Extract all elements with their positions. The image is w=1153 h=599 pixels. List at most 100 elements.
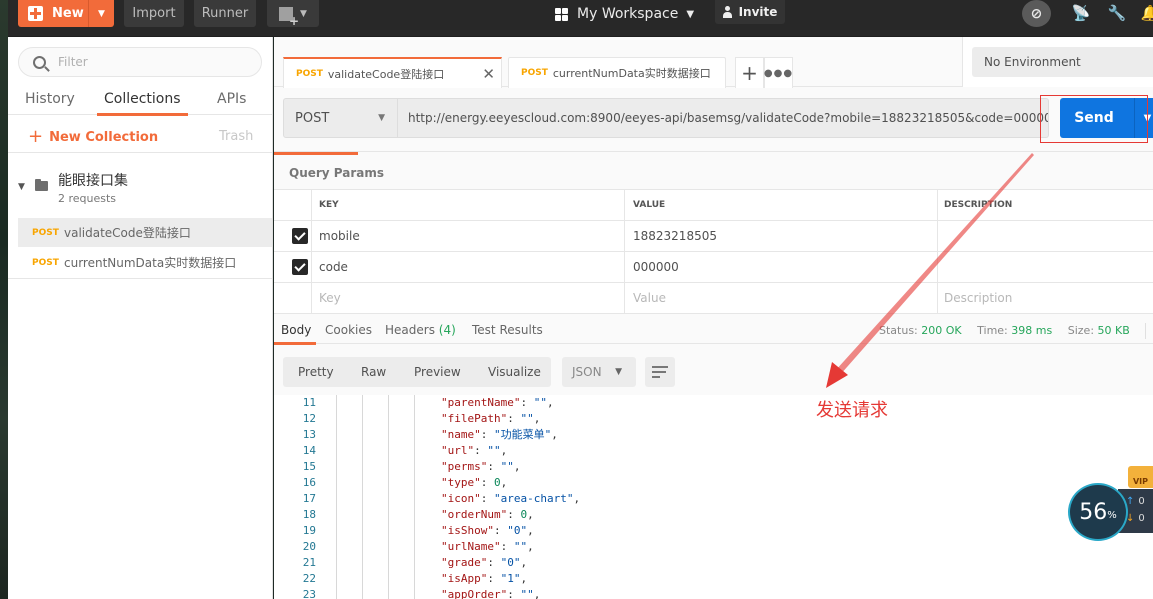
param-description[interactable] xyxy=(937,252,1153,282)
json-key: "orderNum" xyxy=(441,508,508,521)
wrap-lines-button[interactable] xyxy=(645,357,675,387)
key-placeholder[interactable]: Key xyxy=(319,291,341,305)
value-placeholder[interactable]: Value xyxy=(624,283,937,313)
collection-count: 2 requests xyxy=(58,192,117,205)
request-item[interactable]: POST currentNumData实时数据接口 xyxy=(18,248,272,277)
tab-collections[interactable]: Collections xyxy=(97,91,188,116)
request-tab-active[interactable]: POST validateCode登陆接口 ✕ xyxy=(283,57,502,88)
param-description[interactable] xyxy=(937,221,1153,251)
trash-button[interactable]: Trash xyxy=(219,129,253,144)
tab-history[interactable]: History xyxy=(25,91,75,115)
new-dropdown-caret-icon[interactable]: ▼ xyxy=(88,0,114,27)
param-value[interactable]: 18823218505 xyxy=(624,221,937,251)
environment-select[interactable]: No Environment xyxy=(972,47,1153,77)
code-text: "filePath": "", xyxy=(441,412,541,425)
time-value: 398 ms xyxy=(1011,324,1053,337)
json-value: "" xyxy=(487,444,501,457)
json-value: "" xyxy=(520,588,534,599)
param-value[interactable]: 000000 xyxy=(624,252,937,282)
code-text: "isApp": "1", xyxy=(441,572,528,585)
new-collection-label: New Collection xyxy=(49,129,159,145)
tab-headers[interactable]: Headers (4) xyxy=(385,323,456,337)
request-tab[interactable]: POST currentNumData实时数据接口 xyxy=(508,57,726,88)
headers-count: (4) xyxy=(438,323,456,337)
tab-cookies[interactable]: Cookies xyxy=(325,323,372,337)
json-value: "功能菜单" xyxy=(494,428,552,441)
view-visualize[interactable]: Visualize xyxy=(488,365,541,379)
json-value: "0" xyxy=(500,556,521,569)
method-select[interactable]: POST ▼ xyxy=(283,98,398,138)
size-label: Size: xyxy=(1067,324,1095,337)
response-body[interactable]: 11 "parentName": "", 12 "filePath": "", 13 "n… xyxy=(274,395,1153,599)
memory-gauge: 56% xyxy=(1068,483,1128,541)
json-value: "" xyxy=(513,540,528,553)
method-badge: POST xyxy=(296,68,323,79)
json-key: "appOrder" xyxy=(441,588,508,599)
new-label: New xyxy=(52,6,84,21)
import-button[interactable]: Import xyxy=(124,0,184,27)
close-icon[interactable]: ✕ xyxy=(482,65,495,83)
table-header: KEY VALUE DESCRIPTION xyxy=(274,190,1153,221)
network-monitor-widget[interactable]: ↑ 0 ↓ 0 56% xyxy=(1068,483,1153,541)
new-button[interactable]: New ▼ xyxy=(18,0,114,27)
new-collection-button[interactable]: + New Collection xyxy=(28,128,158,146)
json-key: "parentName" xyxy=(441,396,521,409)
invite-button[interactable]: Invite xyxy=(715,0,785,24)
line-number: 14 xyxy=(302,444,316,457)
new-window-button[interactable]: ▼ xyxy=(267,0,319,28)
method-badge: POST xyxy=(521,68,548,78)
collection-item[interactable]: ▼ 能眼接口集 2 requests xyxy=(8,159,272,213)
workspace-selector[interactable]: My Workspace ▼ xyxy=(555,3,694,25)
header-value: VALUE xyxy=(624,190,937,220)
line-number: 13 xyxy=(302,428,316,441)
param-checkbox[interactable] xyxy=(292,259,308,275)
json-key: "isApp" xyxy=(441,572,488,585)
view-preview[interactable]: Preview xyxy=(414,365,461,379)
sync-off-icon[interactable]: ⊘ xyxy=(1022,0,1051,27)
table-row: mobile 18823218505 xyxy=(274,221,1153,252)
desktop-background xyxy=(0,0,8,599)
more-icon[interactable]: ●●● xyxy=(764,57,793,88)
code-line: 11 "parentName": "", xyxy=(274,395,1153,411)
caret-down-icon[interactable]: ▼ xyxy=(18,182,25,192)
request-item[interactable]: POST validateCode登陆接口 xyxy=(18,218,272,247)
wrap-lines-icon xyxy=(652,366,668,378)
plus-icon xyxy=(28,6,43,21)
view-pretty[interactable]: Pretty xyxy=(298,365,334,379)
url-input[interactable]: http://energy.eeyescloud.com:8900/eeyes-… xyxy=(398,98,1049,138)
json-key: "icon" xyxy=(441,492,481,505)
filter-field[interactable] xyxy=(18,47,262,77)
code-text: "grade": "0", xyxy=(441,556,528,569)
bell-icon[interactable]: 🔔 xyxy=(1141,4,1153,22)
tab-title: validateCode登陆接口 xyxy=(327,67,445,81)
tab-test-results[interactable]: Test Results xyxy=(472,323,543,337)
tab-body[interactable]: Body xyxy=(273,323,317,345)
param-checkbox[interactable] xyxy=(292,228,308,244)
satellite-icon[interactable]: 📡 xyxy=(1072,4,1091,22)
param-key[interactable]: mobile xyxy=(319,229,360,243)
line-number: 19 xyxy=(302,524,316,537)
time-label: Time: xyxy=(977,324,1008,337)
code-line: 20 "urlName": "", xyxy=(274,539,1153,555)
json-key: "url" xyxy=(441,444,475,457)
line-number: 22 xyxy=(302,572,316,585)
line-number: 23 xyxy=(302,588,316,599)
tab-apis[interactable]: APIs xyxy=(217,91,246,115)
wrench-icon[interactable]: 🔧 xyxy=(1108,4,1127,22)
view-raw[interactable]: Raw xyxy=(361,365,386,379)
code-line: 13 "name": "功能菜单", xyxy=(274,427,1153,443)
top-bar: New ▼ Import Runner ▼ My Workspace ▼ Inv… xyxy=(8,0,1153,37)
invite-label: Invite xyxy=(738,5,778,19)
code-line: 23 "appOrder": "", xyxy=(274,587,1153,599)
json-value: "1" xyxy=(500,572,521,585)
request-bar: POST ▼ http://energy.eeyescloud.com:8900… xyxy=(274,88,1153,148)
code-text: "url": "", xyxy=(441,444,508,457)
format-value: JSON xyxy=(572,365,602,379)
add-tab-button[interactable]: + xyxy=(735,57,764,88)
format-select[interactable]: JSON ▼ xyxy=(562,357,636,387)
description-placeholder[interactable]: Description xyxy=(937,283,1153,313)
param-key[interactable]: code xyxy=(319,260,348,274)
runner-button[interactable]: Runner xyxy=(194,0,256,27)
filter-input[interactable] xyxy=(58,55,238,69)
code-line: 17 "icon": "area-chart", xyxy=(274,491,1153,507)
